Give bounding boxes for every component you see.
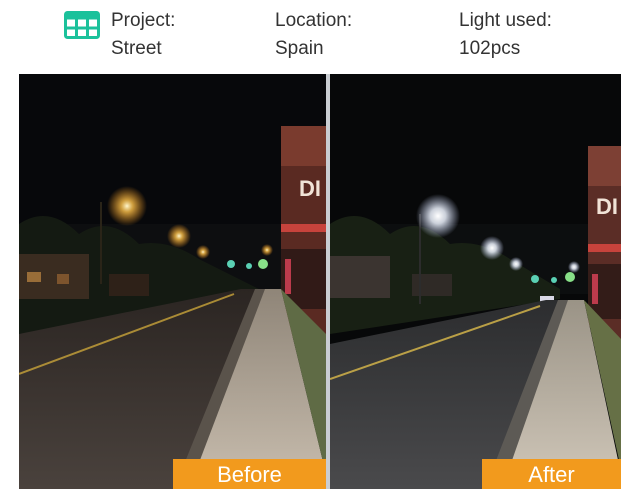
svg-text:DI: DI: [299, 176, 321, 201]
before-after-photo: DI DI Before After: [19, 74, 621, 489]
project-field: Project: Street: [111, 7, 175, 63]
after-label: After: [482, 459, 621, 489]
table-grid-icon: [64, 11, 100, 39]
location-label: Location:: [275, 10, 353, 31]
location-field: Location: Spain: [275, 7, 352, 63]
light-used-label: Light used:: [459, 10, 552, 31]
before-street-photo: DI: [19, 74, 326, 489]
svg-text:DI: DI: [596, 194, 618, 219]
project-info-header: Project: Street Location: Spain Light us…: [0, 0, 621, 76]
light-used-value: 102pcs: [459, 38, 521, 59]
light-used-field: Light used: 102pcs: [459, 7, 552, 63]
location-value: Spain: [275, 38, 324, 59]
after-street-photo: DI: [330, 74, 621, 489]
project-value: Street: [111, 38, 162, 59]
project-label: Project:: [111, 10, 176, 31]
before-label: Before: [173, 459, 326, 489]
